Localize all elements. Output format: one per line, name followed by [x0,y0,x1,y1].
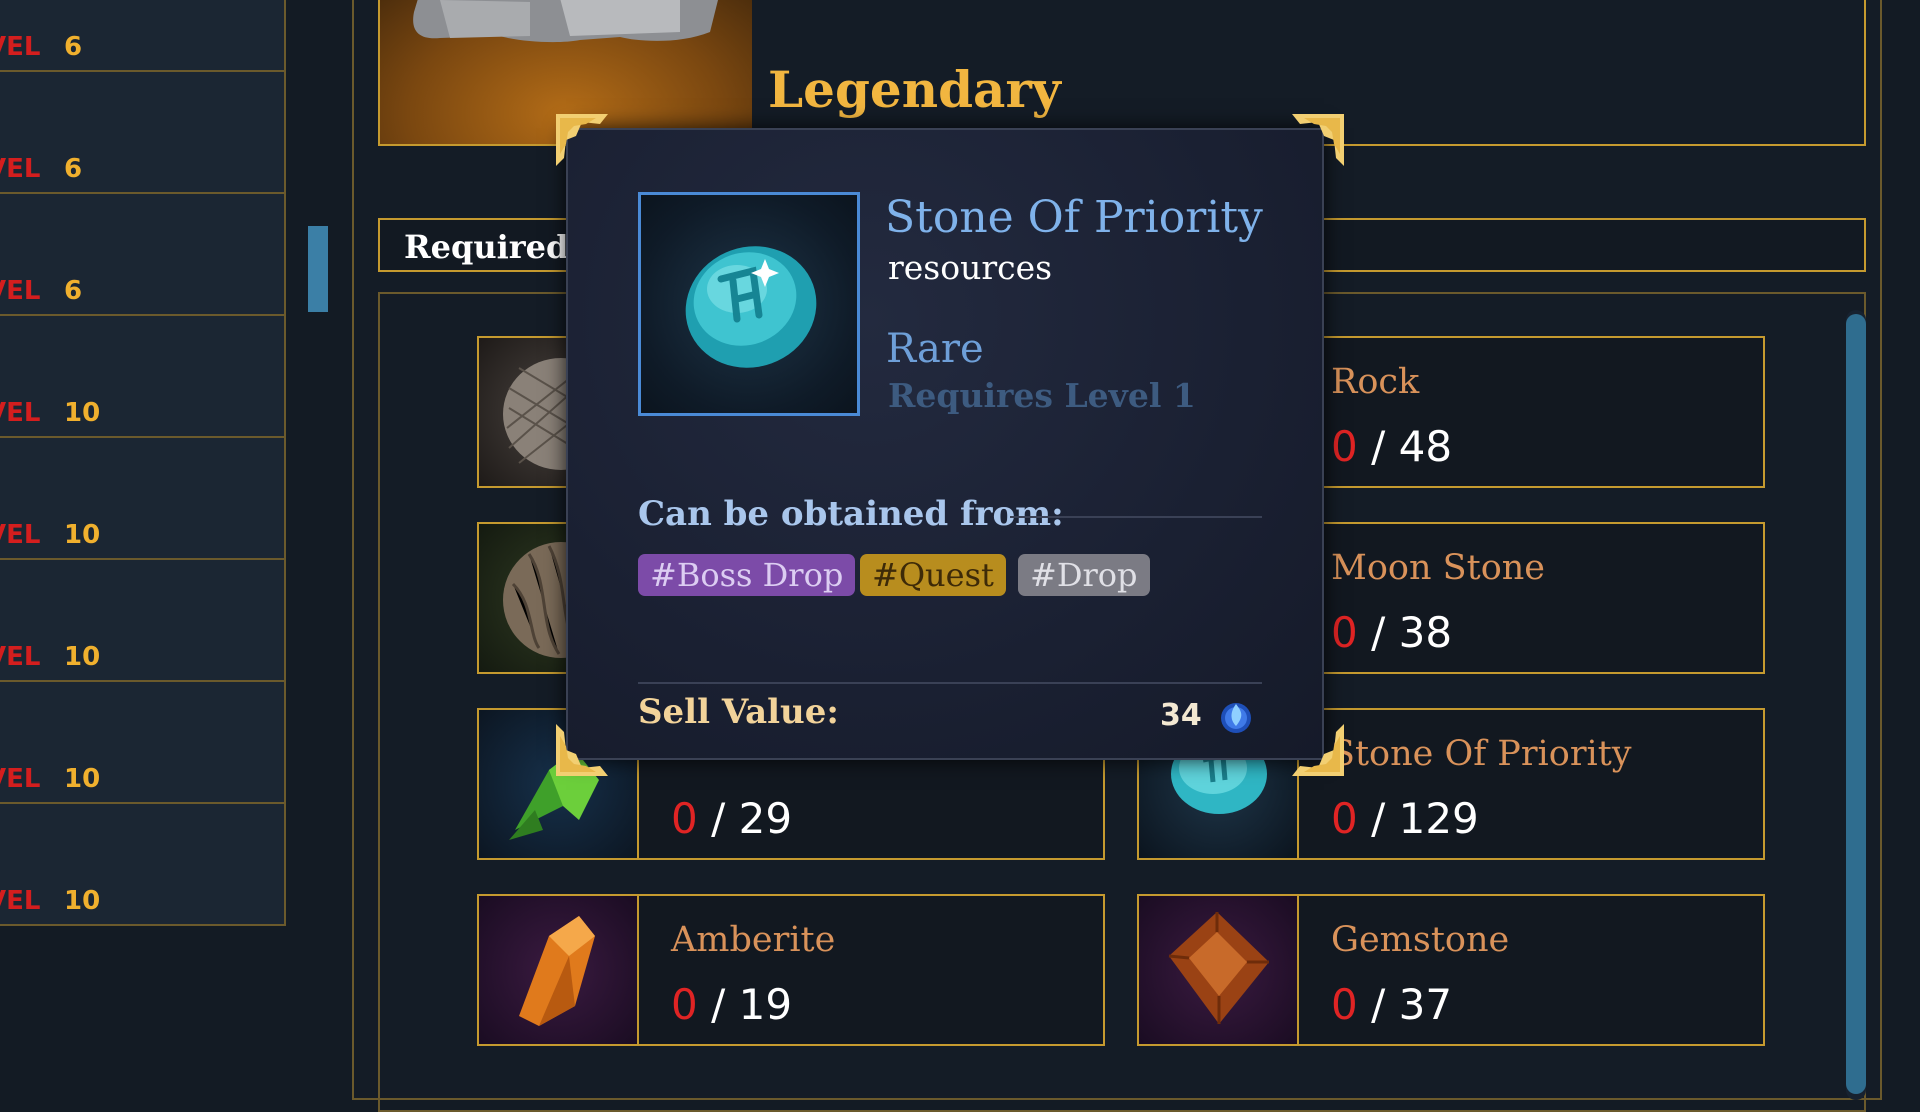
list-item[interactable]: VEL 10 [0,438,284,560]
resource-need: 48 [1398,422,1453,471]
resource-name: Stone Of Priority [1331,734,1632,774]
level-list: VEL 6 VEL 6 VEL 6 VEL 10 VEL 10 VEL 10 VEL 10 V… [0,0,286,926]
list-item[interactable]: VEL 6 [0,194,284,316]
resource-need: 19 [738,980,793,1029]
tooltip-corner-ornament [556,114,608,166]
resource-name: Moon Stone [1331,548,1546,588]
blue-gem-coin-icon [1221,703,1251,733]
tooltip-corner-ornament [556,724,608,776]
tooltip-sell-value: 34 [1160,698,1202,733]
tooltip-item-icon-frame [638,192,860,416]
resource-name: Amberite [671,920,836,960]
list-item[interactable]: VEL 10 [0,560,284,682]
level-value: 10 [64,886,101,916]
resource-count: 0 / 129 [1331,794,1479,843]
list-item[interactable]: VEL 10 [0,682,284,804]
level-value: 6 [64,32,83,62]
list-scrollbar[interactable] [308,226,328,312]
tooltip-obtained-label: Can be obtained from: [638,494,1064,534]
tag-drop[interactable]: #Drop [1018,554,1150,596]
level-value: 10 [64,520,101,550]
list-item[interactable]: VEL 10 [0,316,284,438]
resource-count: 0 / 19 [671,980,793,1029]
resource-count: 0 / 37 [1331,980,1453,1029]
resource-count: 0 / 38 [1331,608,1453,657]
tag-boss-drop[interactable]: #Boss Drop [638,554,856,596]
resource-need: 37 [1398,980,1453,1029]
resource-need: 129 [1398,794,1479,843]
resource-have: 0 [1331,794,1358,843]
tooltip-item-name: Stone Of Priority [885,192,1263,243]
level-label: VEL [0,642,41,672]
item-rarity-title: Legendary [768,60,1061,119]
level-label: VEL [0,154,41,184]
square-gem-icon [1139,896,1299,1044]
tooltip-item-rarity: Rare [886,326,984,372]
resource-name: Gemstone [1331,920,1510,960]
resource-have: 0 [1331,980,1358,1029]
tooltip-level-requirement: Requires Level 1 [888,376,1196,415]
resource-have: 0 [1331,422,1358,471]
resource-have: 0 [671,980,698,1029]
rune-stone-icon [685,246,817,368]
level-label: VEL [0,886,41,916]
level-label: VEL [0,764,41,794]
resource-have: 0 [671,794,698,843]
resource-have: 0 [1331,608,1358,657]
level-label: VEL [0,398,41,428]
list-item[interactable]: VEL 6 [0,0,284,72]
tooltip-corner-ornament [1292,114,1344,166]
resource-need: 38 [1398,608,1453,657]
tooltip-item-type: resources [888,248,1053,287]
resource-card[interactable]: Amberite 0 / 19 [477,894,1105,1046]
list-item[interactable]: VEL 6 [0,72,284,194]
amber-crystal-icon [479,896,639,1044]
tooltip-sell-label: Sell Value: [638,692,839,732]
level-label: VEL [0,520,41,550]
tag-quest[interactable]: #Quest [860,554,1006,596]
tooltip-divider [638,682,1262,684]
resource-count: 0 / 29 [671,794,793,843]
level-value: 10 [64,764,101,794]
grid-scrollbar-thumb[interactable] [1846,314,1866,1094]
tooltip-divider [1010,516,1262,518]
resource-card[interactable]: Gemstone 0 / 37 [1137,894,1765,1046]
level-value: 6 [64,154,83,184]
level-value: 10 [64,642,101,672]
list-item[interactable]: VEL 10 [0,804,284,926]
level-label: VEL [0,32,41,62]
level-value: 6 [64,276,83,306]
resource-need: 29 [738,794,793,843]
level-value: 10 [64,398,101,428]
tooltip-corner-ornament [1292,724,1344,776]
resource-count: 0 / 48 [1331,422,1453,471]
level-label: VEL [0,276,41,306]
resource-name: Rock [1331,362,1420,402]
